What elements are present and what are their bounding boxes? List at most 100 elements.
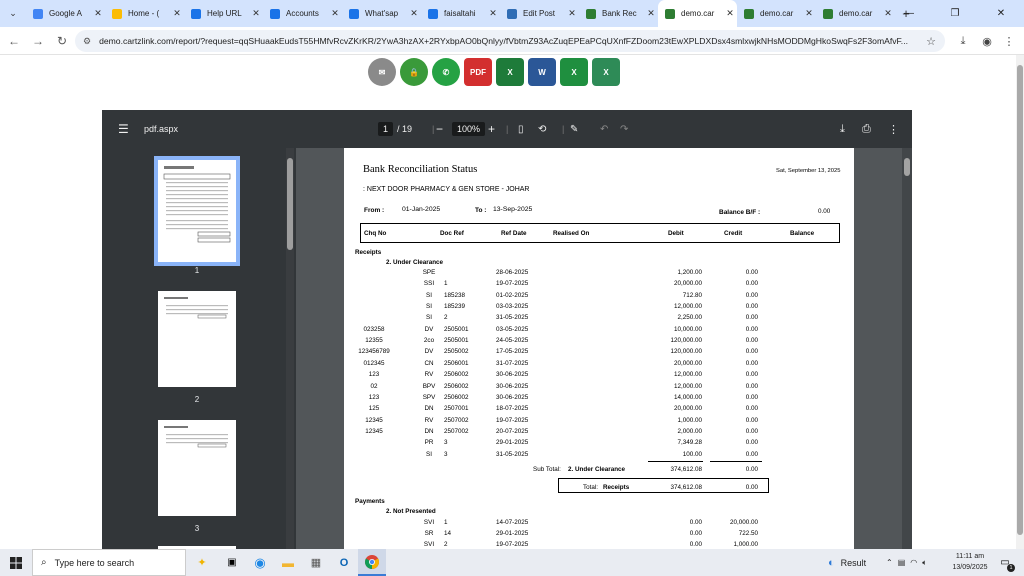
site-info-icon[interactable]: ⚙ [83, 36, 91, 47]
start-icon[interactable] [0, 549, 32, 576]
whatsapp-icon[interactable]: ✆ [432, 58, 460, 86]
tab-close-icon[interactable]: ✕ [644, 8, 658, 19]
zoom-out-button[interactable]: − [436, 110, 443, 148]
tab-close-icon[interactable]: ✕ [802, 8, 816, 19]
tab-title: Help URL [207, 9, 242, 18]
sidebar-toggle-icon[interactable]: ☰ [118, 110, 129, 148]
store-icon[interactable]: ▦ [302, 549, 330, 576]
cell-doc-number: 185239 [444, 303, 466, 311]
network-icon[interactable]: ◠ [910, 558, 917, 567]
cell-doc-type: SSI [423, 280, 435, 288]
cell-doc-number: 2505002 [444, 348, 469, 356]
browser-tab[interactable]: What'sap ✕ [342, 0, 421, 27]
address-bar[interactable]: ⚙ demo.cartzlink.com/report/?request=qqS… [75, 30, 945, 52]
volume-icon[interactable]: 🔈︎ [922, 558, 927, 568]
cell-credit: 0.00 [745, 337, 758, 345]
profile-icon[interactable]: ◉ [976, 27, 998, 55]
pdf-scrollbar[interactable] [902, 148, 912, 550]
browser-tab[interactable]: demo.car ✕ [737, 0, 816, 27]
browser-tab[interactable]: Edit Post ✕ [500, 0, 579, 27]
task-view-icon[interactable]: ▣ [218, 549, 246, 576]
chrome-icon[interactable] [358, 549, 386, 576]
annotate-icon[interactable]: ✎ [570, 110, 578, 148]
word-icon[interactable]: W [528, 58, 556, 86]
tab-close-icon[interactable]: ✕ [565, 8, 579, 19]
toolbar-divider: | [432, 124, 435, 134]
menu-icon[interactable]: ⋮ [998, 27, 1020, 55]
taskbar-search-input[interactable]: ⌕ Type here to search [32, 549, 186, 576]
cell-chq-no: 023258 [363, 325, 385, 333]
browser-tab[interactable]: Home - (✕ [105, 0, 184, 27]
forward-button[interactable]: → [26, 34, 50, 48]
tab-close-icon[interactable]: ✕ [170, 8, 184, 19]
clock[interactable]: 11:11 am 13/09/2025 [948, 551, 992, 573]
tab-close-icon[interactable]: ✕ [407, 8, 421, 19]
edge-icon[interactable]: ◉ [246, 549, 274, 576]
download-icon[interactable]: ⤓ [952, 27, 974, 55]
thumbnail-page-2[interactable] [158, 291, 236, 387]
toolbar-divider: | [562, 124, 565, 134]
tab-search-button[interactable]: ⌄ [0, 0, 26, 27]
cell-ref-date: 20-07-2025 [496, 427, 529, 435]
browser-tab[interactable]: faisaltahi ✕ [421, 0, 500, 27]
excel-data-icon[interactable]: X [560, 58, 588, 86]
redo-icon[interactable]: ↷ [620, 110, 628, 148]
browser-tab[interactable]: Help URL ✕ [184, 0, 263, 27]
file-explorer-icon[interactable]: ▬ [274, 549, 302, 576]
zoom-input[interactable]: 100% [452, 122, 486, 136]
bookmark-star-icon[interactable]: ☆ [920, 27, 942, 55]
outlook-icon[interactable]: O [330, 549, 358, 576]
cell-doc-type: 2co [423, 337, 435, 345]
tab-favicon-icon [33, 8, 43, 19]
report-date: Sat, September 13, 2025 [776, 168, 841, 174]
close-window-button[interactable]: ✕ [978, 0, 1024, 27]
tray-app-icon[interactable]: ▤ [898, 558, 906, 567]
undo-icon[interactable]: ↶ [600, 110, 608, 148]
cell-doc-number: 2507002 [444, 416, 469, 424]
cell-doc-type: BPV [422, 382, 436, 390]
lock-icon[interactable]: 🔒 [400, 58, 428, 86]
cell-credit: 0.00 [745, 427, 758, 435]
minimize-button[interactable]: — [886, 0, 932, 27]
weather-widget[interactable]: ◐ Result [828, 549, 866, 576]
tab-close-icon[interactable]: ✕ [723, 8, 737, 19]
tray-chevron-icon[interactable]: ⌃ [886, 558, 893, 567]
tab-close-icon[interactable]: ✕ [249, 8, 263, 19]
cell-credit: 0.00 [745, 450, 758, 458]
cell-doc-type: RV [424, 371, 434, 379]
back-button[interactable]: ← [2, 34, 26, 48]
browser-tab[interactable]: Accounts ✕ [263, 0, 342, 27]
tab-close-icon[interactable]: ✕ [486, 8, 500, 19]
cell-credit: 0.00 [745, 405, 758, 413]
print-icon[interactable]: ⎙ [862, 110, 871, 148]
browser-tab[interactable]: Google A ✕ [26, 0, 105, 27]
rotate-icon[interactable]: ⟲ [538, 110, 546, 148]
thumbnail-page-3[interactable] [158, 420, 236, 516]
not-presented-heading: 2. Not Presented [386, 508, 436, 515]
page-number-input[interactable]: 1 [378, 122, 394, 136]
tab-bar: ⌄ Google A ✕ Home - (✕ Help URL ✕ Accounts ✕ Wh… [0, 0, 1024, 27]
email-icon[interactable]: ✉ [368, 58, 396, 86]
fit-page-icon[interactable]: ▯ [518, 110, 524, 148]
to-value: 13-Sep-2025 [493, 206, 533, 213]
page-scrollbar[interactable] [1016, 55, 1024, 549]
browser-tab[interactable]: demo.car ✕ [658, 0, 737, 27]
total-credit: 0.00 [745, 484, 758, 491]
tab-close-icon[interactable]: ✕ [91, 8, 105, 19]
excel-icon[interactable]: X [496, 58, 524, 86]
more-actions-icon[interactable]: ⋮ [888, 110, 899, 148]
download-pdf-icon[interactable]: ⤓ [840, 110, 845, 148]
restore-button[interactable]: ❐ [932, 0, 978, 27]
tab-close-icon[interactable]: ✕ [328, 8, 342, 19]
browser-tab[interactable]: demo.car ✕ [816, 0, 895, 27]
pdf-icon[interactable]: PDF [464, 58, 492, 86]
thumbnail-page-1[interactable] [154, 156, 240, 266]
cell-debit: 120,000.00 [670, 348, 702, 356]
reload-button[interactable]: ↻ [50, 34, 74, 48]
cell-debit: 2,000.00 [677, 427, 702, 435]
browser-tab[interactable]: Bank Rec ✕ [579, 0, 658, 27]
search-highlight-icon[interactable]: ✦ [186, 549, 218, 576]
thumbnail-scrollbar[interactable] [286, 148, 294, 550]
excel-alt-icon[interactable]: X [592, 58, 620, 86]
zoom-in-button[interactable]: + [488, 110, 495, 148]
